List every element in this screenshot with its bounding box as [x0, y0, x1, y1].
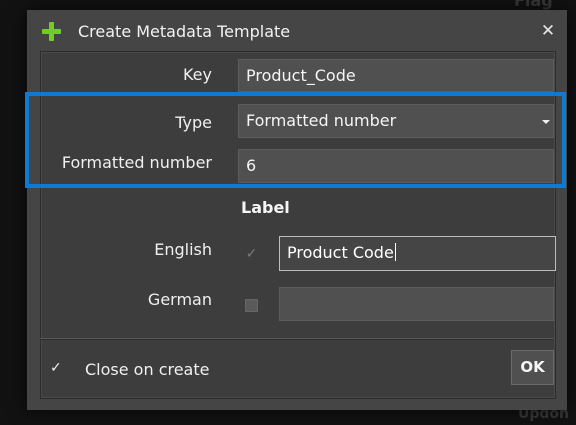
type-select-value: Formatted number [246, 111, 397, 130]
footer-divider [40, 338, 554, 340]
type-select[interactable]: Formatted number [238, 104, 554, 138]
formatted-number-field[interactable]: 6 [238, 149, 554, 183]
chevron-down-icon [542, 120, 550, 124]
key-field[interactable]: Product_Code [238, 59, 554, 92]
background-partial-text-top: Flag [514, 0, 553, 10]
language-label-english: English [154, 240, 212, 259]
type-label: Type [175, 113, 212, 132]
label-section-heading: Label [241, 198, 290, 217]
text-cursor [394, 243, 396, 261]
ok-button[interactable]: OK [511, 350, 554, 385]
english-label-input[interactable]: Product Code [279, 236, 556, 271]
plus-icon [42, 22, 61, 41]
dialog-title: Create Metadata Template [78, 22, 291, 41]
german-checkbox[interactable] [245, 299, 258, 312]
close-icon[interactable]: ✕ [538, 21, 558, 41]
formatted-number-label: Formatted number [61, 153, 212, 172]
english-label-value: Product Code [287, 243, 394, 262]
close-on-create-label[interactable]: Close on create [85, 360, 209, 380]
english-checkbox[interactable]: ✓ [245, 247, 258, 261]
language-label-german: German [147, 290, 212, 309]
german-label-input[interactable] [279, 287, 554, 321]
key-label: Key [182, 65, 212, 84]
close-on-create-checkbox[interactable]: ✓ [50, 359, 62, 377]
